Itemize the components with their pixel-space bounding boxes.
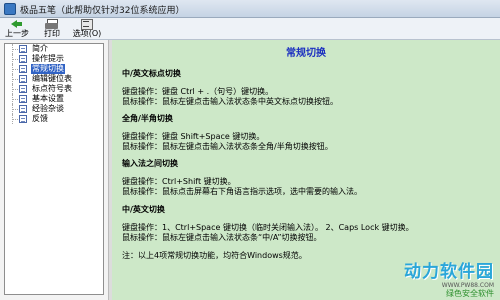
print-button[interactable]: 打印: [42, 19, 62, 39]
sidebar-item-label: 常规切换: [31, 64, 65, 74]
topic-tree[interactable]: 简介 操作提示 常规切换 编辑键位表 标点符号表 基本设置 经验杂谈 反馈: [4, 43, 104, 295]
document-icon: [19, 85, 27, 93]
keyboard-instruction: 键盘操作：Ctrl+Shift 键切换。: [122, 177, 236, 186]
sidebar-item-label: 编辑键位表: [32, 74, 72, 83]
sidebar: 简介 操作提示 常规切换 编辑键位表 标点符号表 基本设置 经验杂谈 反馈: [0, 40, 108, 300]
document-icon: [19, 115, 27, 123]
section-ime-switch: 输入法之间切换 键盘操作：Ctrl+Shift 键切换。 鼠标操作：鼠标点击屏幕…: [122, 158, 492, 197]
keyboard-instruction: 键盘操作：键盘 Shift+Space 键切换。: [122, 132, 265, 141]
section-heading: 中/英文切换: [122, 205, 165, 214]
sidebar-item-label: 反馈: [32, 114, 48, 123]
document-icon: [19, 95, 27, 103]
sidebar-item-punctuation[interactable]: 标点符号表: [5, 84, 103, 94]
print-label: 打印: [44, 29, 60, 38]
sidebar-item-tips[interactable]: 操作提示: [5, 54, 103, 64]
sidebar-item-label: 标点符号表: [32, 84, 72, 93]
document-icon: [19, 45, 27, 53]
section-cn-en: 中/英文切换 键盘操作：1、Ctrl+Space 键切换（临时关闭输入法）。 2…: [122, 204, 492, 243]
options-button[interactable]: 选项(O): [70, 19, 104, 39]
mouse-instruction: 鼠标操作：鼠标左键点击输入法状态条全角/半角切换按钮。: [122, 142, 333, 151]
back-button[interactable]: 上一步: [4, 19, 30, 39]
sidebar-item-keymap[interactable]: 编辑键位表: [5, 74, 103, 84]
sidebar-item-label: 基本设置: [32, 94, 64, 103]
watermark-url: WWW.PW88.COM: [441, 282, 494, 289]
note: 注：以上4项常规切换功能，均符合Windows规范。: [122, 251, 492, 261]
sidebar-item-settings[interactable]: 基本设置: [5, 94, 103, 104]
sidebar-item-feedback[interactable]: 反馈: [5, 114, 103, 124]
section-punctuation: 中/英文标点切换 键盘操作：键盘 Ctrl + .（句号）键切换。 鼠标操作：鼠…: [122, 68, 492, 107]
title-bar: 极品五笔（此帮助仅针对32位系统应用）: [0, 0, 500, 18]
section-fullwidth: 全角/半角切换 键盘操作：键盘 Shift+Space 键切换。 鼠标操作：鼠标…: [122, 113, 492, 152]
sidebar-item-label: 操作提示: [32, 54, 64, 63]
keyboard-instruction: 键盘操作：键盘 Ctrl + .（句号）键切换。: [122, 87, 274, 96]
note-text: 注：以上4项常规切换功能，均符合Windows规范。: [122, 251, 307, 260]
toolbar: 上一步 打印 选项(O): [0, 18, 500, 40]
help-content: 常规切换 中/英文标点切换 键盘操作：键盘 Ctrl + .（句号）键切换。 鼠…: [112, 40, 500, 300]
section-heading: 中/英文标点切换: [122, 69, 181, 78]
options-label: 选项(O): [72, 29, 102, 38]
mouse-instruction: 鼠标操作：鼠标点击屏幕右下角语言指示选项，选中需要的输入法。: [122, 187, 362, 196]
options-icon: [80, 19, 94, 30]
sidebar-item-label: 简介: [32, 44, 48, 53]
document-icon: [19, 75, 27, 83]
document-icon: [19, 55, 27, 63]
window-title: 极品五笔（此帮助仅针对32位系统应用）: [20, 6, 185, 16]
document-icon: [19, 105, 27, 113]
mouse-instruction: 鼠标操作：鼠标左键点击输入法状态条“中/A”切换按钮。: [122, 233, 322, 242]
sidebar-item-intro[interactable]: 简介: [5, 44, 103, 54]
app-icon: [4, 3, 16, 15]
watermark-tagline: 绿色安全软件: [446, 289, 494, 298]
printer-icon: [45, 19, 59, 29]
keyboard-instruction: 键盘操作：1、Ctrl+Space 键切换（临时关闭输入法）。 2、Caps L…: [122, 223, 414, 232]
sidebar-item-experience[interactable]: 经验杂谈: [5, 104, 103, 114]
sidebar-item-label: 经验杂谈: [32, 104, 64, 113]
watermark-brand: 动力软件园: [404, 262, 494, 282]
page-title: 常规切换: [286, 48, 326, 59]
mouse-instruction: 鼠标操作：鼠标左键点击输入法状态条中英文标点切换按钮。: [122, 97, 338, 106]
document-icon: [19, 65, 27, 73]
back-label: 上一步: [5, 29, 29, 38]
section-heading: 输入法之间切换: [122, 159, 178, 168]
watermark-logo: 动力软件园 WWW.PW88.COM 绿色安全软件: [404, 262, 494, 299]
section-heading: 全角/半角切换: [122, 114, 173, 123]
sidebar-item-switching[interactable]: 常规切换: [5, 64, 103, 74]
back-arrow-icon: [10, 19, 24, 29]
